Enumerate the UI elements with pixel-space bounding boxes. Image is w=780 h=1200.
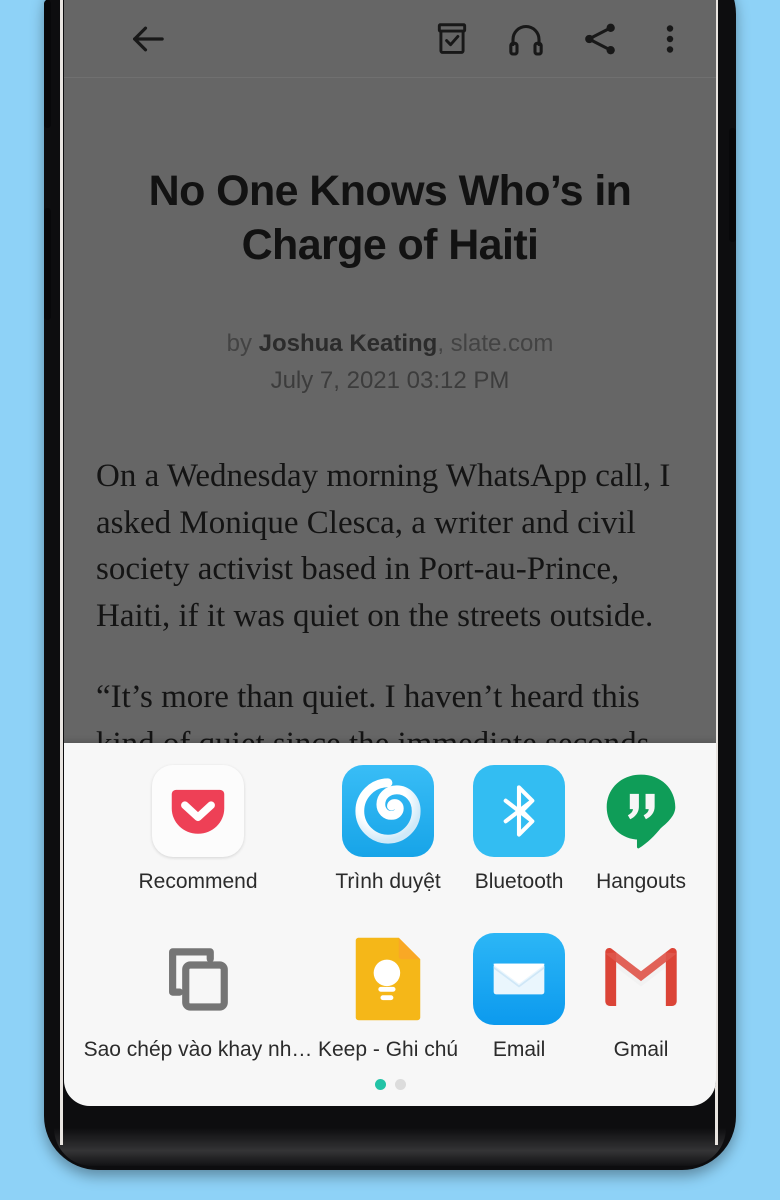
power-button[interactable] [729,128,736,242]
share-target-label: Gmail [613,1038,669,1061]
share-target-label: Recommend [138,870,258,893]
share-target-bluetooth[interactable]: Bluetooth [458,757,580,925]
headphones-icon[interactable] [498,11,554,67]
archive-icon[interactable] [424,11,480,67]
share-target-label: Bluetooth [474,870,564,893]
share-target-label: Sao chép vào khay nh… [83,1038,313,1061]
overflow-menu-icon[interactable] [642,11,698,67]
browser-icon [342,765,435,857]
keep-icon [342,933,434,1025]
pocket-icon [152,765,244,857]
share-target-label: Email [492,1038,546,1061]
share-target-label: Hangouts [596,870,686,893]
share-target-grid: Recommend Trình duyệt Bluetooth Hangouts… [64,743,716,1093]
share-icon[interactable] [572,11,628,67]
article-byline: by Joshua Keating, slate.com [94,328,686,360]
share-target-recommend[interactable]: Recommend [78,757,318,925]
share-target-label: Keep - Ghi chú [318,1038,459,1061]
bluetooth-icon [473,765,566,857]
page-dot-inactive[interactable] [394,1079,406,1090]
article-date: July 7, 2021 03:12 PM [270,366,510,394]
share-target-hangouts[interactable]: Hangouts [580,757,702,925]
share-target-label: Trình duyệt [335,870,441,893]
article-title: No One Knows Who’s in Charge of Haiti [148,167,632,270]
email-icon [473,933,566,1025]
share-target-copy[interactable]: Sao chép vào khay nh… [78,925,318,1093]
hangouts-icon [595,765,687,857]
share-target-keep[interactable]: Keep - Ghi chú [318,925,458,1093]
phone-screen: No One Knows Who’s in Charge of Haiti by… [64,0,716,1106]
share-target-email[interactable]: Email [458,925,580,1093]
article-source: , slate.com [437,330,554,358]
article-author[interactable]: Joshua Keating [259,330,438,357]
article-paragraph: On a Wednesday morning WhatsApp call, I … [96,457,671,635]
byline-prefix: by [226,330,259,358]
share-target-gmail[interactable]: Gmail [580,925,702,1093]
app-toolbar [64,0,716,78]
gmail-icon [595,933,687,1025]
copy-icon [152,933,244,1025]
share-sheet-pagination[interactable] [64,1079,716,1090]
share-sheet: Recommend Trình duyệt Bluetooth Hangouts… [64,743,716,1106]
page-dot-active[interactable] [374,1079,386,1090]
volume-up-button[interactable] [44,0,51,128]
share-target-browser[interactable]: Trình duyệt [318,757,458,925]
volume-down-button[interactable] [44,208,51,320]
article-content: No One Knows Who’s in Charge of Haiti by… [64,164,716,768]
back-icon[interactable] [120,11,176,67]
